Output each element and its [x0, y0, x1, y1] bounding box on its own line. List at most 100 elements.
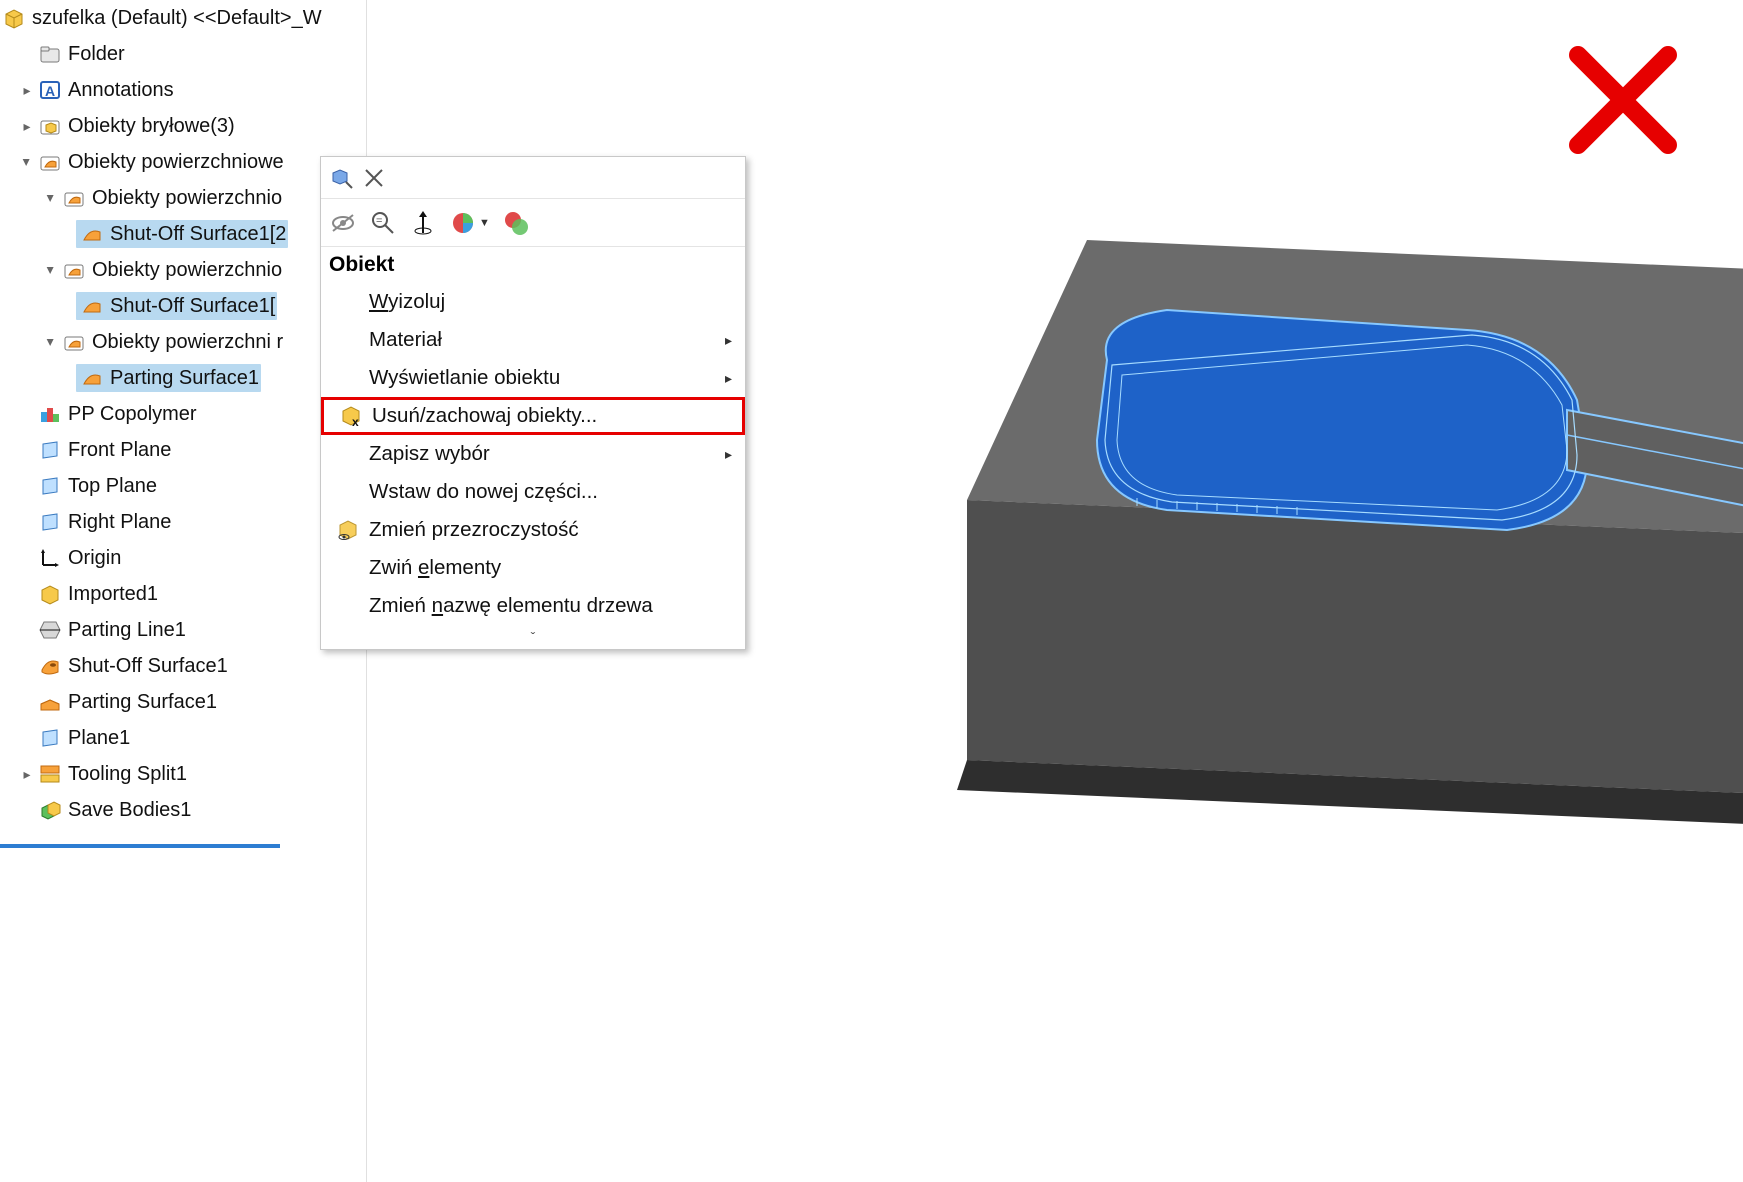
tree-top-plane-label: Top Plane — [68, 475, 157, 498]
tree-parting-line-label: Parting Line1 — [68, 619, 186, 642]
tree-origin-item[interactable]: Origin — [0, 540, 366, 576]
svg-text:=: = — [376, 215, 382, 227]
tree-solid-bodies-item[interactable]: ▸ Obiekty bryłowe(3) — [0, 108, 366, 144]
tree-shutoff1-item[interactable]: Shut-Off Surface1[2 — [0, 216, 366, 252]
feature-tree-panel: szufelka (Default) <<Default>_W Folder ▸… — [0, 0, 367, 1182]
submenu-arrow-icon: ▸ — [725, 332, 745, 349]
normal-to-icon[interactable] — [409, 209, 437, 237]
context-menu: = ▼ Obiekt Wyizoluj Materiał ▸ Wyświetla… — [320, 156, 746, 650]
selection-filter-icon[interactable] — [363, 167, 385, 189]
context-transparency-item[interactable]: Zmień przezroczystość — [321, 511, 745, 549]
surface-folder-icon — [60, 184, 88, 212]
expander-open-icon[interactable]: ▸ — [43, 335, 60, 349]
tree-surface-sub2-label: Obiekty powierzchnio — [92, 259, 282, 282]
wrong-indicator-x-icon — [1563, 40, 1683, 160]
tree-surface-sub1-item[interactable]: ▸ Obiekty powierzchnio — [0, 180, 366, 216]
tree-right-plane-item[interactable]: Right Plane — [0, 504, 366, 540]
dropdown-arrow-icon[interactable]: ▼ — [479, 217, 490, 229]
tooling-split-icon — [36, 760, 64, 788]
tree-annotations-label: Annotations — [68, 79, 174, 102]
imported-icon — [36, 580, 64, 608]
expander-open-icon[interactable]: ▸ — [19, 155, 36, 169]
select-other-icon[interactable] — [329, 165, 355, 191]
context-toolbar-row1 — [321, 157, 745, 199]
tree-tooling-split-item[interactable]: ▸ Tooling Split1 — [0, 756, 366, 792]
annotations-icon: A — [36, 76, 64, 104]
surface-bodies-folder-icon — [36, 148, 64, 176]
tree-parting-folder-item[interactable]: ▸ Obiekty powierzchni r — [0, 324, 366, 360]
tree-parting-surface-feat-label: Parting Surface1 — [68, 691, 217, 714]
expander-icon[interactable]: ▸ — [20, 82, 34, 99]
tree-parting-surface-feat-item[interactable]: Parting Surface1 — [0, 684, 366, 720]
appearance-icon[interactable]: ▼ — [449, 209, 490, 237]
context-display-label: Wyświetlanie obiektu — [369, 366, 725, 390]
context-save-selection-item[interactable]: Zapisz wybór ▸ — [321, 435, 745, 473]
tree-annotations-item[interactable]: ▸ A Annotations — [0, 72, 366, 108]
tree-parting-line-item[interactable]: Parting Line1 — [0, 612, 366, 648]
context-collapse-item[interactable]: Zwiń elementy — [321, 549, 745, 587]
material-icon — [36, 400, 64, 428]
tree-save-bodies-label: Save Bodies1 — [68, 799, 191, 822]
expander-icon[interactable]: ▸ — [20, 766, 34, 783]
svg-text:A: A — [45, 83, 55, 99]
tree-imported-item[interactable]: Imported1 — [0, 576, 366, 612]
tree-surface-sub1-label: Obiekty powierzchnio — [92, 187, 282, 210]
tree-end-bar — [0, 844, 280, 848]
context-material-label: Materiał — [369, 328, 725, 352]
plane-icon — [36, 472, 64, 500]
context-transparency-label: Zmień przezroczystość — [369, 518, 745, 542]
plane-icon — [36, 436, 64, 464]
context-insert-new-part-label: Wstaw do nowej części... — [369, 480, 745, 504]
context-save-selection-label: Zapisz wybór — [369, 442, 725, 466]
tree-root-item[interactable]: szufelka (Default) <<Default>_W — [0, 0, 366, 36]
context-menu-header: Obiekt — [321, 247, 745, 283]
part-icon — [0, 4, 28, 32]
tree-folder-item[interactable]: Folder — [0, 36, 366, 72]
tree-plane1-item[interactable]: Plane1 — [0, 720, 366, 756]
tree-surface-sub2-item[interactable]: ▸ Obiekty powierzchnio — [0, 252, 366, 288]
tree-parting-surface-label: Parting Surface1 — [110, 367, 259, 390]
tree-material-item[interactable]: PP Copolymer — [0, 396, 366, 432]
context-display-item[interactable]: Wyświetlanie obiektu ▸ — [321, 359, 745, 397]
mold-3d-placeholder — [947, 240, 1743, 860]
tree-plane1-label: Plane1 — [68, 727, 130, 750]
appearance-copy-icon[interactable] — [502, 209, 530, 237]
context-isolate-item[interactable]: Wyizoluj — [321, 283, 745, 321]
context-insert-new-part-item[interactable]: Wstaw do nowej części... — [321, 473, 745, 511]
expander-icon[interactable]: ▸ — [20, 118, 34, 135]
context-rename-item[interactable]: Zmień nazwę elementu drzewa — [321, 587, 745, 625]
tree-front-plane-item[interactable]: Front Plane — [0, 432, 366, 468]
context-expand-hint[interactable]: ˇ — [321, 625, 745, 649]
expander-open-icon[interactable]: ▸ — [43, 263, 60, 277]
plane-icon — [36, 724, 64, 752]
surface-icon — [78, 292, 106, 320]
submenu-arrow-icon: ▸ — [725, 370, 745, 387]
tree-right-plane-label: Right Plane — [68, 511, 171, 534]
zoom-to-icon[interactable]: = — [369, 209, 397, 237]
shutoff-icon — [36, 652, 64, 680]
expander-open-icon[interactable]: ▸ — [43, 191, 60, 205]
tree-imported-label: Imported1 — [68, 583, 158, 606]
tree-surface-bodies-label: Obiekty powierzchniowe — [68, 151, 284, 174]
context-material-item[interactable]: Materiał ▸ — [321, 321, 745, 359]
chevron-down-icon: ˇ — [531, 629, 536, 645]
tree-parting-surface-item[interactable]: Parting Surface1 — [0, 360, 366, 396]
context-delete-keep-label: Usuń/zachowaj obiekty... — [372, 404, 742, 428]
tree-material-label: PP Copolymer — [68, 403, 197, 426]
plane-icon — [36, 508, 64, 536]
tree-shutoff-feat-item[interactable]: Shut-Off Surface1 — [0, 648, 366, 684]
tree-shutoff2-item[interactable]: Shut-Off Surface1[ — [0, 288, 366, 324]
parting-surface-icon — [36, 688, 64, 716]
context-delete-keep-item[interactable]: x Usuń/zachowaj obiekty... — [321, 397, 745, 435]
context-collapse-label: Zwiń elementy — [369, 556, 745, 580]
tree-parting-folder-label: Obiekty powierzchni r — [92, 331, 283, 354]
hide-icon[interactable] — [329, 209, 357, 237]
delete-keep-icon: x — [332, 403, 372, 429]
tree-top-plane-item[interactable]: Top Plane — [0, 468, 366, 504]
context-isolate-label: Wyizoluj — [369, 290, 745, 314]
tree-shutoff1-label: Shut-Off Surface1[2 — [110, 223, 286, 246]
tree-save-bodies-item[interactable]: Save Bodies1 — [0, 792, 366, 828]
folder-icon — [36, 40, 64, 68]
tree-surface-bodies-item[interactable]: ▸ Obiekty powierzchniowe — [0, 144, 366, 180]
origin-icon — [36, 544, 64, 572]
